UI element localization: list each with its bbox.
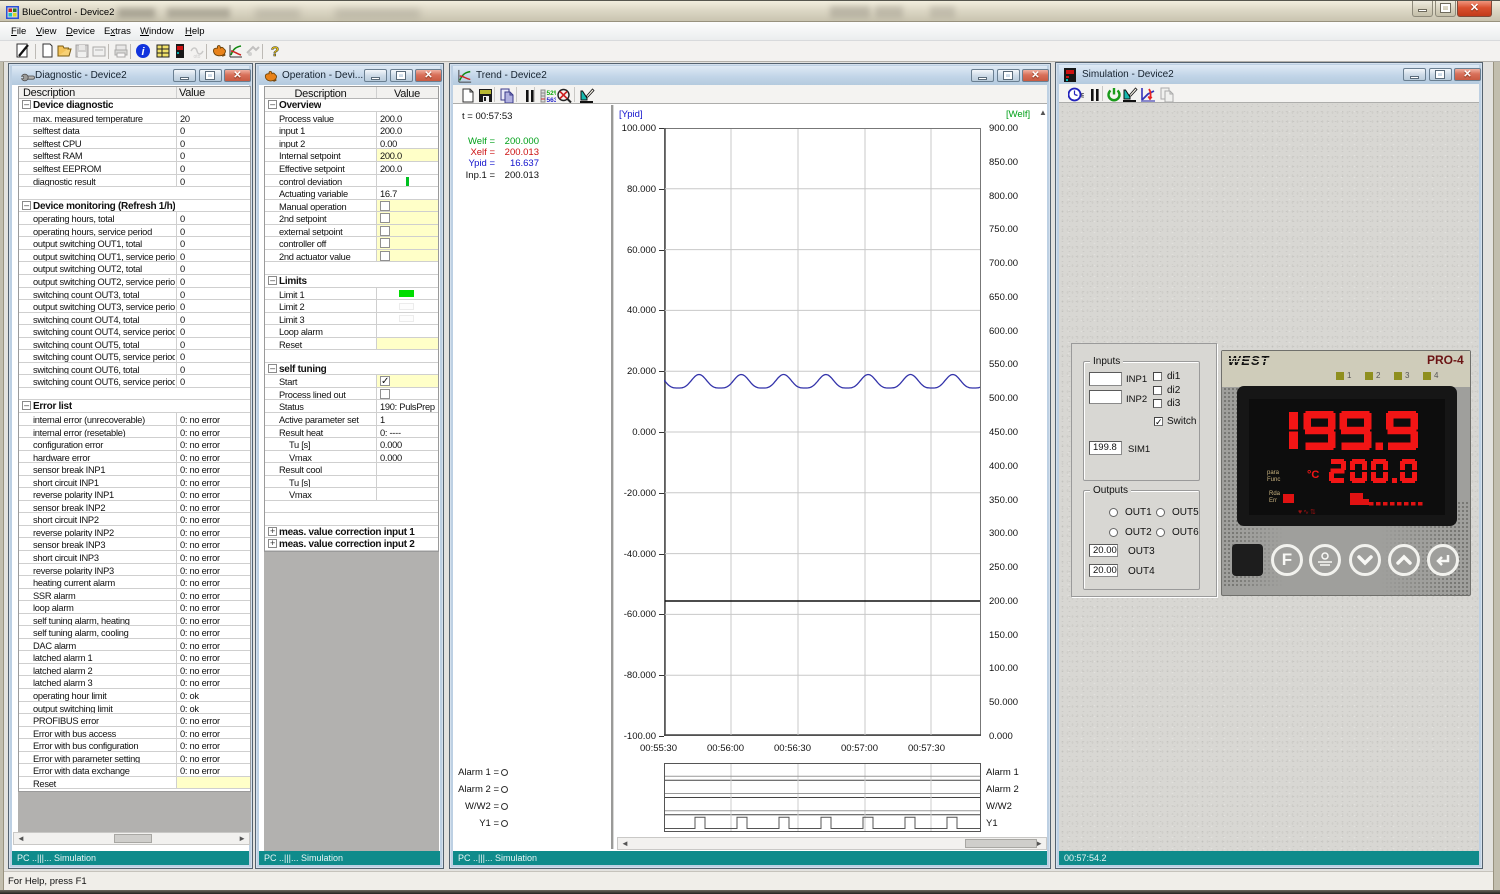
svg-text:oto: oto: [194, 54, 201, 59]
svg-text:563: 563: [547, 97, 557, 103]
svg-text:52%: 52%: [547, 90, 557, 97]
svg-text:E: E: [1081, 94, 1084, 100]
svg-text:?: ?: [271, 43, 280, 59]
